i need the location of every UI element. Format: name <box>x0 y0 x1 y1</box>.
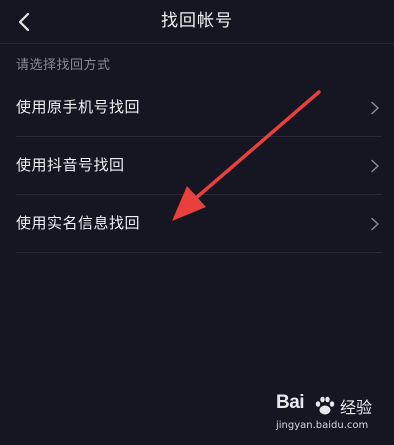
chevron-right-icon <box>371 159 379 173</box>
watermark-url: jingyan.baidu.com <box>276 420 369 431</box>
chevron-right-icon <box>371 217 379 231</box>
page-title: 找回帐号 <box>161 11 233 31</box>
chevron-right-icon <box>371 101 379 115</box>
watermark-brand-cn: 经验 <box>340 398 373 417</box>
section-label: 请选择找回方式 <box>16 58 111 73</box>
option-label: 使用实名信息找回 <box>16 214 141 232</box>
watermark-brand: Bai <box>276 392 305 413</box>
option-label: 使用抖音号找回 <box>16 156 125 174</box>
paw-icon <box>315 396 335 415</box>
option-label: 使用原手机号找回 <box>16 98 141 116</box>
option-original-phone[interactable]: 使用原手机号找回 <box>16 79 382 137</box>
header-bar: 找回帐号 <box>0 0 394 44</box>
baidu-jingyan-watermark: Bai 经验 jingyan.baidu.com <box>276 392 392 442</box>
recovery-options-list: 使用原手机号找回 使用抖音号找回 使用实名信息找回 <box>16 79 382 253</box>
option-douyin-id[interactable]: 使用抖音号找回 <box>16 137 382 195</box>
option-real-name[interactable]: 使用实名信息找回 <box>16 195 382 253</box>
